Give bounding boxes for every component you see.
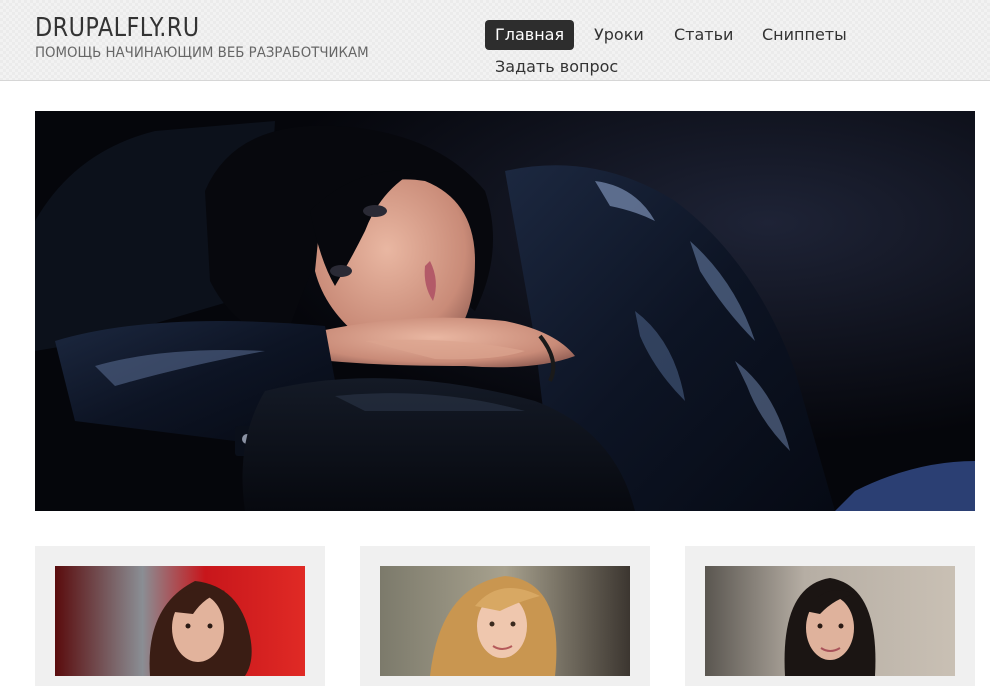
menu-item-articles[interactable]: Статьи xyxy=(674,20,733,50)
teaser-image-2[interactable] xyxy=(380,566,630,676)
teaser-card-2[interactable] xyxy=(360,546,650,686)
teaser-image-1[interactable] xyxy=(55,566,305,676)
site-slogan: ПОМОЩЬ НАЧИНАЮЩИМ ВЕБ РАЗРАБОТЧИКАМ xyxy=(35,45,369,61)
menu-item-snippets[interactable]: Сниппеты xyxy=(762,20,847,50)
hero-photo xyxy=(35,111,975,511)
teaser-photo-1 xyxy=(55,566,305,676)
site-name[interactable]: DRUPALFLY.RU xyxy=(35,13,200,43)
hero-slide-image[interactable] xyxy=(35,111,975,511)
teaser-card-3[interactable] xyxy=(685,546,975,686)
menu-item-lessons[interactable]: Уроки xyxy=(594,20,644,50)
teaser-photo-3 xyxy=(705,566,955,676)
teaser-card-1[interactable] xyxy=(35,546,325,686)
menu-item-home[interactable]: Главная xyxy=(485,20,575,50)
teaser-photo-2 xyxy=(380,566,630,676)
teaser-image-3[interactable] xyxy=(705,566,955,676)
menu-item-ask-question[interactable]: Задать вопрос xyxy=(495,52,618,82)
site-header: DRUPALFLY.RU ПОМОЩЬ НАЧИНАЮЩИМ ВЕБ РАЗРА… xyxy=(0,0,990,81)
